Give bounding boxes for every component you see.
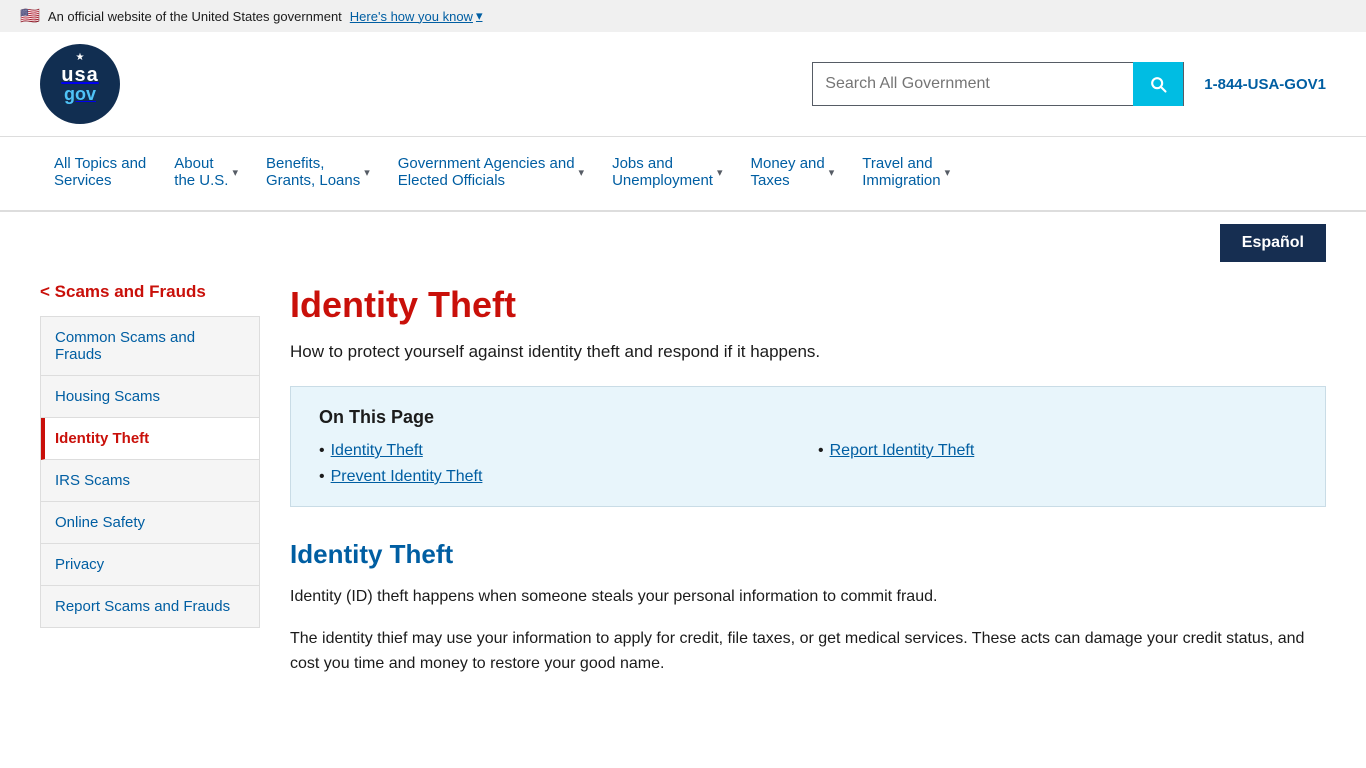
sidebar-item-privacy: Privacy bbox=[41, 544, 259, 586]
nav-item-agencies[interactable]: Government Agencies andElected Officials… bbox=[384, 137, 598, 210]
site-header: ★ usa gov 1-844-USA-GOV1 bbox=[0, 32, 1366, 137]
main-content: Identity Theft How to protect yourself a… bbox=[290, 274, 1326, 693]
star-icon: ★ bbox=[76, 52, 85, 63]
search-icon bbox=[1148, 74, 1168, 94]
sidebar-link-housing[interactable]: Housing Scams bbox=[41, 376, 259, 418]
chevron-icon: ▾ bbox=[364, 166, 370, 179]
espanol-button[interactable]: Español bbox=[1220, 224, 1326, 262]
sidebar-link-report[interactable]: Report Scams and Frauds bbox=[41, 586, 259, 627]
on-this-page-links: Identity Theft Report Identity Theft Pre… bbox=[319, 442, 1297, 486]
sidebar-link-irs[interactable]: IRS Scams bbox=[41, 460, 259, 502]
logo-gov: gov bbox=[64, 85, 96, 103]
section-heading-identity-theft: Identity Theft bbox=[290, 539, 1326, 570]
logo: ★ usa gov bbox=[40, 44, 120, 124]
sidebar-link-common-scams[interactable]: Common Scams and Frauds bbox=[41, 317, 259, 376]
sidebar-item-housing: Housing Scams bbox=[41, 376, 259, 418]
on-this-page-box: On This Page Identity Theft Report Ident… bbox=[290, 386, 1326, 507]
nav-item-benefits[interactable]: Benefits,Grants, Loans ▾ bbox=[252, 137, 384, 210]
content-wrapper: < Scams and Frauds Common Scams and Frau… bbox=[0, 274, 1366, 733]
sidebar-item-online-safety: Online Safety bbox=[41, 502, 259, 544]
sidebar-item-irs: IRS Scams bbox=[41, 460, 259, 502]
sidebar-item-common-scams: Common Scams and Frauds bbox=[41, 317, 259, 376]
logo-usa: usa bbox=[61, 65, 98, 85]
gov-banner: 🇺🇸 An official website of the United Sta… bbox=[0, 0, 1366, 32]
nav-item-money[interactable]: Money andTaxes ▾ bbox=[737, 137, 849, 210]
sidebar-nav: Common Scams and Frauds Housing Scams Id… bbox=[40, 316, 260, 628]
on-this-page-link-item: Prevent Identity Theft bbox=[319, 468, 798, 486]
page-title: Identity Theft bbox=[290, 284, 1326, 326]
official-text: An official website of the United States… bbox=[48, 9, 342, 24]
flag-icon: 🇺🇸 bbox=[20, 6, 40, 26]
lang-bar: Español bbox=[0, 212, 1366, 274]
sidebar-link-identity-theft[interactable]: Identity Theft bbox=[41, 418, 259, 460]
nav-item-about-us[interactable]: Aboutthe U.S. ▾ bbox=[160, 137, 252, 210]
sidebar-item-report: Report Scams and Frauds bbox=[41, 586, 259, 627]
chevron-icon: ▾ bbox=[579, 166, 585, 179]
search-input[interactable] bbox=[813, 63, 1133, 105]
chevron-icon: ▾ bbox=[829, 166, 835, 179]
logo-link[interactable]: ★ usa gov bbox=[40, 44, 120, 124]
on-this-page-link-item: Identity Theft bbox=[319, 442, 798, 460]
sidebar: < Scams and Frauds Common Scams and Frau… bbox=[40, 274, 260, 693]
nav-item-all-topics[interactable]: All Topics andServices bbox=[40, 137, 160, 210]
chevron-icon: ▾ bbox=[232, 166, 238, 179]
sidebar-parent-link[interactable]: < Scams and Frauds bbox=[40, 274, 260, 310]
sidebar-link-privacy[interactable]: Privacy bbox=[41, 544, 259, 586]
how-to-know-link[interactable]: Here's how you know ▾ bbox=[350, 8, 483, 24]
body-text-para1: Identity (ID) theft happens when someone… bbox=[290, 584, 1326, 610]
search-area: 1-844-USA-GOV1 bbox=[812, 62, 1326, 106]
nav-item-jobs[interactable]: Jobs andUnemployment ▾ bbox=[598, 137, 736, 210]
on-this-page-heading: On This Page bbox=[319, 407, 1297, 428]
logo-area: ★ usa gov bbox=[40, 44, 120, 124]
on-this-page-link-identity-theft[interactable]: Identity Theft bbox=[331, 442, 423, 460]
chevron-icon: ▾ bbox=[945, 166, 951, 179]
chevron-down-icon: ▾ bbox=[476, 8, 483, 24]
sidebar-link-online-safety[interactable]: Online Safety bbox=[41, 502, 259, 544]
search-button[interactable] bbox=[1133, 62, 1183, 106]
on-this-page-link-report[interactable]: Report Identity Theft bbox=[830, 442, 975, 460]
chevron-icon: ▾ bbox=[717, 166, 723, 179]
page-subtitle: How to protect yourself against identity… bbox=[290, 342, 1326, 362]
on-this-page-link-item: Report Identity Theft bbox=[818, 442, 1297, 460]
body-text-para2: The identity thief may use your informat… bbox=[290, 626, 1326, 677]
sidebar-item-identity-theft: Identity Theft bbox=[41, 418, 259, 460]
nav-item-travel[interactable]: Travel andImmigration ▾ bbox=[848, 137, 964, 210]
main-nav: All Topics andServices Aboutthe U.S. ▾ B… bbox=[0, 137, 1366, 212]
search-box bbox=[812, 62, 1184, 106]
phone-number-link[interactable]: 1-844-USA-GOV1 bbox=[1204, 76, 1326, 93]
on-this-page-link-prevent[interactable]: Prevent Identity Theft bbox=[331, 468, 483, 486]
